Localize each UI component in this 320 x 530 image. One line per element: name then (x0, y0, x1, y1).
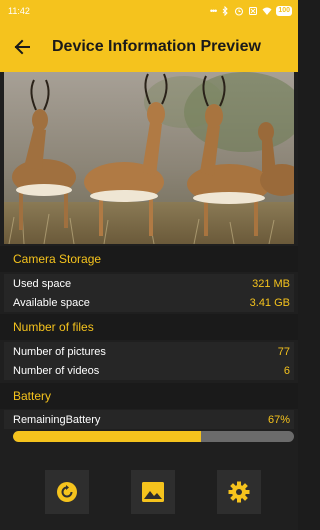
pictures-row: Number of pictures 77 (4, 342, 294, 361)
pictures-label: Number of pictures (13, 345, 106, 358)
pictures-value: 77 (277, 345, 290, 358)
available-space-value: 3.41 GB (249, 296, 290, 309)
bluetooth-icon (222, 6, 229, 16)
alarm-icon (235, 7, 244, 16)
gallery-button[interactable] (131, 470, 175, 514)
status-time: 11:42 (8, 6, 30, 16)
videos-label: Number of videos (13, 364, 100, 377)
used-space-value: 321 MB (252, 277, 290, 290)
available-space-label: Available space (13, 296, 90, 309)
videos-value: 6 (283, 364, 290, 377)
status-indicators: ••• 100 (210, 6, 292, 16)
gallery-icon (142, 482, 164, 502)
settings-icon (228, 481, 250, 503)
battery-value: 67% (267, 413, 290, 426)
back-button[interactable] (0, 22, 44, 72)
app-bar: Device Information Preview (0, 22, 298, 72)
arrow-left-icon (14, 39, 30, 55)
impala-herd-photo (4, 72, 294, 244)
app-screen: 11:42 ••• 100 Device Information Preview (0, 0, 298, 530)
page-title: Device Information Preview (52, 38, 261, 55)
refresh-icon (57, 482, 77, 502)
battery-indicator: 100 (276, 6, 292, 16)
battery-heading: Battery (0, 383, 298, 409)
sim-off-icon (249, 7, 258, 15)
used-space-row: Used space 321 MB (4, 274, 294, 293)
files-heading: Number of files (0, 314, 298, 340)
preview-image (4, 72, 294, 244)
videos-row: Number of videos 6 (4, 361, 294, 380)
battery-progress-fill (13, 431, 202, 442)
available-space-row: Available space 3.41 GB (4, 293, 294, 312)
refresh-button[interactable] (45, 470, 89, 514)
battery-row: RemainingBattery 67% (4, 410, 294, 429)
camera-storage-heading: Camera Storage (0, 246, 298, 272)
more-dots-icon: ••• (209, 6, 218, 16)
settings-button[interactable] (217, 470, 261, 514)
battery-progress-bar (13, 431, 294, 442)
status-bar: 11:42 ••• 100 (0, 0, 298, 22)
battery-label: RemainingBattery (13, 413, 101, 426)
wifi-icon (262, 7, 272, 15)
used-space-label: Used space (13, 277, 72, 290)
